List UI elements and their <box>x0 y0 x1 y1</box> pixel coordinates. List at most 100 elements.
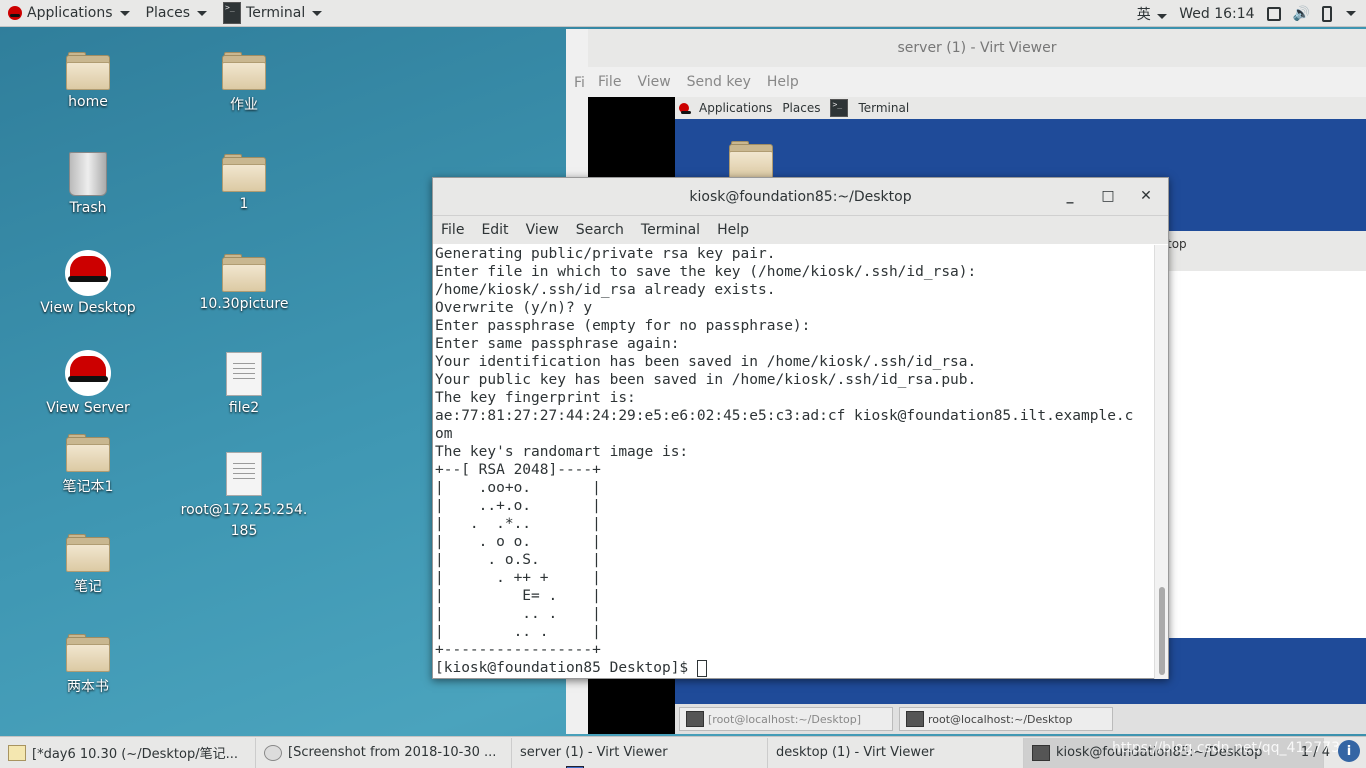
task-server-virt-viewer[interactable]: server (1) - Virt Viewer <box>512 737 768 768</box>
redhat-logo-icon <box>65 350 111 396</box>
folder-icon <box>222 154 266 192</box>
desktop-icon-notebook1[interactable]: 笔记本1 <box>38 434 138 496</box>
desktop-icon-label: 1 <box>239 196 249 212</box>
terminal-label: Terminal <box>246 5 306 21</box>
guest-taskbar: [root@localhost:~/Desktop] root@localhos… <box>675 704 1366 734</box>
minimize-button[interactable]: _ <box>1058 186 1082 206</box>
guest-task-label: [root@localhost:~/Desktop] <box>708 712 862 726</box>
guest-home-folder-icon[interactable] <box>729 141 773 179</box>
menu-view[interactable]: View <box>526 222 559 238</box>
home-folder-icon <box>66 52 110 90</box>
desktop-icon-label: 作业 <box>230 97 258 113</box>
menu-terminal[interactable]: Terminal <box>641 222 700 238</box>
terminal-icon <box>223 2 242 24</box>
desktop-icon-view-server[interactable]: View Server <box>38 350 138 416</box>
desktop-icon-label: View Desktop <box>40 300 136 316</box>
task-label: [Screenshot from 2018-10-30 ... <box>288 745 497 760</box>
guest-task-2[interactable]: root@localhost:~/Desktop <box>899 707 1113 731</box>
terminal-line: +-----------------+ <box>435 642 601 658</box>
folder-icon <box>222 52 266 90</box>
redhat-icon <box>8 6 22 20</box>
menu-help[interactable]: Help <box>717 222 749 238</box>
text-file-icon <box>226 352 262 396</box>
input-method-indicator[interactable]: 英 <box>1136 4 1168 24</box>
places-menu[interactable]: Places <box>138 0 216 27</box>
guest-window-titlebar: top <box>1167 231 1366 271</box>
desktop-icon-root-file[interactable]: root@172.25.254.185 <box>180 452 308 542</box>
desktop-icon-10-30picture[interactable]: 10.30picture <box>194 254 294 312</box>
desktop-icon-home[interactable]: home <box>38 52 138 110</box>
watermark: https://blog.csdn.net/qq_41277389 <box>1112 740 1358 756</box>
display-icon[interactable] <box>1266 6 1281 21</box>
task-screenshot[interactable]: [Screenshot from 2018-10-30 ... <box>256 737 512 768</box>
desktop-icon-file2[interactable]: file2 <box>194 352 294 416</box>
menubar: File View Send key Help <box>588 67 1366 97</box>
terminal-icon <box>686 711 704 727</box>
info-icon[interactable]: i <box>1338 740 1360 762</box>
desktop-icon-view-desktop[interactable]: View Desktop <box>38 250 138 316</box>
chevron-down-icon <box>312 10 323 16</box>
volume-icon[interactable]: 🔊 <box>1293 6 1310 22</box>
terminal-titlebar[interactable]: kiosk@foundation85:~/Desktop _ □ ✕ <box>433 178 1168 216</box>
guest-task-1[interactable]: [root@localhost:~/Desktop] <box>679 707 893 731</box>
system-menu-chevron-icon[interactable] <box>1346 11 1356 16</box>
menu-search[interactable]: Search <box>576 222 624 238</box>
top-panel: Applications Places Terminal 英 Wed 16:14… <box>0 0 1366 27</box>
menu-file[interactable]: File <box>441 222 464 238</box>
desktop-icon-notes[interactable]: 笔记 <box>38 534 138 596</box>
chevron-down-icon <box>1157 13 1168 19</box>
desktop-icon-trash[interactable]: Trash <box>38 152 138 216</box>
clock[interactable]: Wed 16:14 <box>1179 6 1254 22</box>
menu-file[interactable]: File <box>598 74 621 90</box>
redhat-logo-icon <box>65 250 111 296</box>
terminal-app-menu[interactable]: Terminal <box>215 0 330 27</box>
terminal-line: Enter file in which to save the key (/ho… <box>435 264 977 280</box>
partial-menu-label: Fi <box>574 75 585 91</box>
menu-edit[interactable]: Edit <box>481 222 508 238</box>
terminal-line: Your public key has been saved in /home/… <box>435 372 977 388</box>
task-label: server (1) - Virt Viewer <box>520 745 668 760</box>
task-desktop-virt-viewer[interactable]: desktop (1) - Virt Viewer <box>566 737 1024 768</box>
terminal-prompt-line[interactable]: [kiosk@foundation85 Desktop]$ <box>435 659 1153 677</box>
desktop-icon-1[interactable]: 1 <box>194 154 294 212</box>
terminal-line: | .. . | <box>435 606 601 622</box>
battery-icon[interactable] <box>1322 5 1332 22</box>
maximize-button[interactable]: □ <box>1096 186 1120 206</box>
desktop-icon-label: 笔记 <box>74 579 102 595</box>
desktop-icon-zuoye[interactable]: 作业 <box>194 52 294 114</box>
applications-menu[interactable]: Applications <box>0 0 138 27</box>
guest-window[interactable]: top <box>1167 231 1366 638</box>
desktop-icon-two-books[interactable]: 两本书 <box>38 634 138 696</box>
terminal-line: ae:77:81:27:27:44:24:29:e5:e6:02:45:e5:c… <box>435 408 1134 424</box>
redhat-icon <box>679 103 691 114</box>
text-file-icon <box>226 452 262 496</box>
terminal-output[interactable]: Generating public/private rsa key pair. E… <box>433 245 1155 679</box>
terminal-icon <box>1032 744 1050 761</box>
menu-view[interactable]: View <box>637 74 670 90</box>
folder-icon <box>222 254 266 292</box>
window-title: server (1) - Virt Viewer <box>588 29 1366 67</box>
terminal-line: | ..+.o. | <box>435 498 601 514</box>
guest-places[interactable]: Places <box>782 101 820 115</box>
places-label: Places <box>145 5 191 21</box>
terminal-line: Your identification has been saved in /h… <box>435 354 977 370</box>
terminal-line: The key fingerprint is: <box>435 390 636 406</box>
guest-applications[interactable]: Applications <box>699 101 772 115</box>
task-day6-notes[interactable]: [*day6 10.30 (~/Desktop/笔记... <box>0 737 256 768</box>
scrollbar[interactable] <box>1154 245 1168 679</box>
image-viewer-icon <box>264 744 282 761</box>
close-button[interactable]: ✕ <box>1134 186 1158 206</box>
ime-label: 英 <box>1136 6 1151 23</box>
desktop-icon-label: 笔记本1 <box>62 479 114 495</box>
terminal-window[interactable]: kiosk@foundation85:~/Desktop _ □ ✕ File … <box>432 177 1169 679</box>
menu-send-key[interactable]: Send key <box>687 74 751 90</box>
terminal-line: | .oo+o. | <box>435 480 601 496</box>
guest-window-title: top <box>1167 237 1187 251</box>
scrollbar-thumb[interactable] <box>1159 587 1165 675</box>
desktop-icon-label: Trash <box>69 200 107 216</box>
terminal-line: Generating public/private rsa key pair. <box>435 246 776 262</box>
guest-terminal[interactable]: Terminal <box>858 101 909 115</box>
menu-help[interactable]: Help <box>767 74 799 90</box>
terminal-line: +--[ RSA 2048]----+ <box>435 462 601 478</box>
terminal-line: | . o.S. | <box>435 552 601 568</box>
